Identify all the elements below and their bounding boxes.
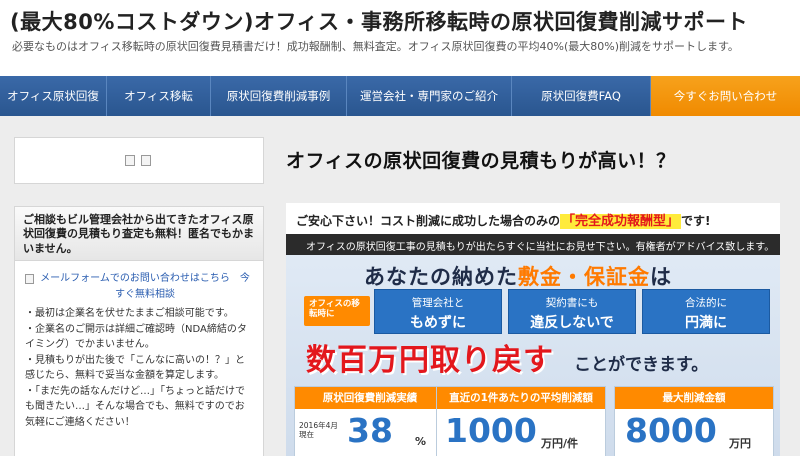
stat-value: 8000 — [625, 411, 717, 450]
banner-point-line2: もめずに — [410, 315, 466, 331]
site-description: 必要なものはオフィス移転時の原状回復費見積書だけ！成功報酬制、無料査定。オフィス… — [12, 40, 739, 53]
banner-red-headline: 数百万円取り戻す — [306, 343, 554, 378]
broken-image-icon — [25, 274, 34, 284]
stat-heading: 直近の1件あたりの平均削減額 — [437, 387, 605, 409]
stat-value: 38 — [347, 411, 393, 450]
stat-value: 1000 — [445, 411, 537, 450]
banner-point-line1: 契約書にも — [545, 297, 599, 309]
nav-item-faq[interactable]: 原状回復費FAQ — [512, 76, 651, 116]
nav-item-office-restoration[interactable]: オフィス原状回復 — [0, 76, 107, 116]
stat-box-achievement: 原状回復費削減実績 2016年4月 現在 38 % — [294, 386, 446, 456]
banner-headline: あなたの納めた敷金・保証金は — [364, 261, 672, 291]
list-item: ・見積もりが出た後で「こんなに高いの！？」と感じたら、無料で妥当な金額を算定しま… — [25, 354, 245, 382]
banner-top-text: ご安心下さい！コスト削減に成功した場合のみの 「完全成功報酬型」 です! — [296, 210, 711, 229]
stat-heading: 原状回復費削減実績 — [295, 387, 445, 409]
banner-top: ご安心下さい！コスト削減に成功した場合のみの 「完全成功報酬型」 です! — [286, 203, 780, 234]
stat-unit: 万円 — [729, 437, 751, 450]
broken-image-icon[interactable] — [125, 155, 135, 166]
banner-top-suffix: です! — [681, 214, 711, 228]
stat-unit: 万円/件 — [541, 437, 579, 450]
nav-item-contact-now[interactable]: 今すぐお問い合わせ — [651, 76, 800, 116]
banner-top-highlight: 「完全成功報酬型」 — [560, 214, 682, 229]
page-title: オフィスの原状回復費の見積もりが高い！？ — [286, 150, 676, 172]
nav-item-cost-cases[interactable]: 原状回復費削減事例 — [211, 76, 347, 116]
contact-form-link[interactable]: メールフォームでのお問い合わせはこちら 今すぐ無料相談 — [25, 271, 253, 302]
list-item: ・「まだ先の話なんだけど…」「ちょっと話だけでも聞きたい…」そんな場合でも、無料… — [25, 385, 245, 428]
banner-headline-suffix: は — [650, 265, 672, 289]
banner-strip: オフィスの原状回復工事の見積もりが出たらすぐに当社にお見せ下さい。有権者がアドバ… — [286, 234, 780, 255]
banner-strip-text: オフィスの原状回復工事の見積もりが出たらすぐに当社にお見せ下さい。有権者がアドバ… — [306, 242, 775, 253]
promo-banner[interactable]: ご安心下さい！コスト削減に成功した場合のみの 「完全成功報酬型」 です! オフィスの… — [286, 203, 780, 456]
banner-point-line2: 違反しないで — [530, 315, 614, 331]
banner-tag: オフィスの移転時に — [304, 296, 370, 326]
banner-red-tail: ことができます。 — [574, 355, 709, 375]
banner-point-box: 合法的に 円満に — [642, 289, 770, 334]
banner-headline-prefix: あなたの納めた — [364, 265, 518, 289]
banner-point-box: 管理会社と もめずに — [374, 289, 502, 334]
list-item: ・企業名のご開示は詳細ご確認時（NDA締結のタイミング）でかまいません。 — [25, 323, 247, 351]
banner-point-line2: 円満に — [685, 315, 727, 331]
site-header: (最大80%コストダウン)オフィス・事務所移転時の原状回復費削減サポート 必要な… — [0, 0, 800, 76]
stat-box-max: 最大削減金額 8000 万円 — [614, 386, 774, 456]
stat-heading: 最大削減金額 — [615, 387, 773, 409]
banner-point-line1: 管理会社と — [411, 297, 465, 309]
main-nav: オフィス原状回復 オフィス移転 原状回復費削減事例 運営会社・専門家のご紹介 原… — [0, 76, 800, 116]
list-item: ・最初は企業名を伏せたままご相談可能です。 — [25, 308, 234, 319]
sidebar-contact-body: メールフォームでのお問い合わせはこちら 今すぐ無料相談 ・最初は企業名を伏せたま… — [15, 261, 263, 430]
site-title[interactable]: (最大80%コストダウン)オフィス・事務所移転時の原状回復費削減サポート — [10, 6, 748, 36]
nav-item-company-experts[interactable]: 運営会社・専門家のご紹介 — [347, 76, 512, 116]
broken-image-icon[interactable] — [141, 155, 151, 166]
stat-unit: % — [415, 435, 427, 448]
sidebar-image-box — [14, 137, 264, 184]
stat-note: 2016年4月 現在 — [299, 421, 338, 439]
nav-item-office-relocation[interactable]: オフィス移転 — [107, 76, 211, 116]
contact-form-link-text[interactable]: メールフォームでのお問い合わせはこちら 今すぐ無料相談 — [37, 271, 253, 302]
banner-point-box: 契約書にも 違反しないで — [508, 289, 636, 334]
sidebar-contact-heading: ご相談もビル管理会社から出てきたオフィス原状回復費の見積もり査定も無料！匿名でも… — [15, 207, 263, 261]
sidebar-contact-box: ご相談もビル管理会社から出てきたオフィス原状回復費の見積もり査定も無料！匿名でも… — [14, 206, 264, 456]
banner-point-line1: 合法的に — [685, 297, 727, 309]
banner-headline-highlight: 敷金・保証金 — [518, 265, 650, 289]
stat-box-average: 直近の1件あたりの平均削減額 1000 万円/件 — [436, 386, 606, 456]
banner-top-lead: ご安心下さい！コスト削減に成功した場合のみの — [296, 214, 561, 228]
